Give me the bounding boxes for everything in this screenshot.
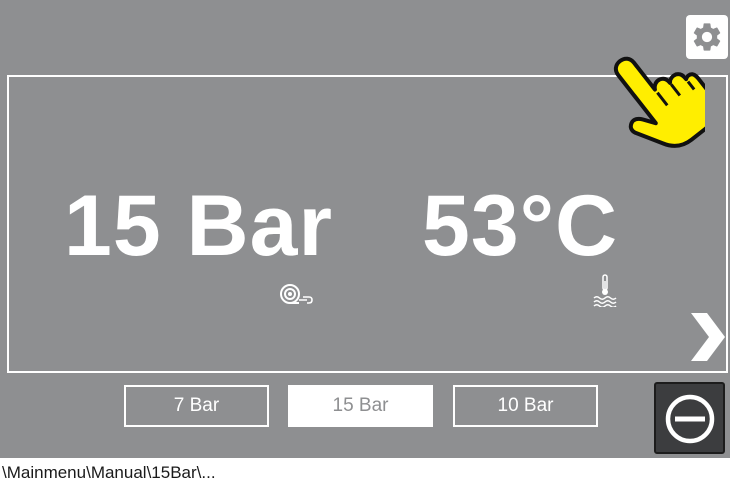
menu-path-breadcrumb: \Mainmenu\Manual\15Bar\...	[2, 463, 216, 482]
machine-screen: 15 Bar 53°C 7 Bar 15 Bar 10 Bar	[0, 0, 730, 458]
water-temperature-icon	[593, 274, 617, 307]
pump-icon	[280, 284, 313, 304]
hand-pointer-icon	[613, 56, 705, 148]
pressure-readout: 15 Bar	[64, 178, 333, 274]
preset-bar: 7 Bar 15 Bar 10 Bar	[0, 375, 730, 458]
temperature-readout: 53°C	[422, 178, 619, 274]
preset-15-bar-button[interactable]: 15 Bar	[288, 385, 433, 427]
preset-10-bar-button[interactable]: 10 Bar	[453, 385, 598, 427]
next-page-chevron-icon[interactable]	[685, 309, 729, 365]
stop-button[interactable]	[654, 382, 725, 454]
preset-7-bar-button[interactable]: 7 Bar	[124, 385, 269, 427]
stop-circle-icon	[665, 394, 715, 444]
